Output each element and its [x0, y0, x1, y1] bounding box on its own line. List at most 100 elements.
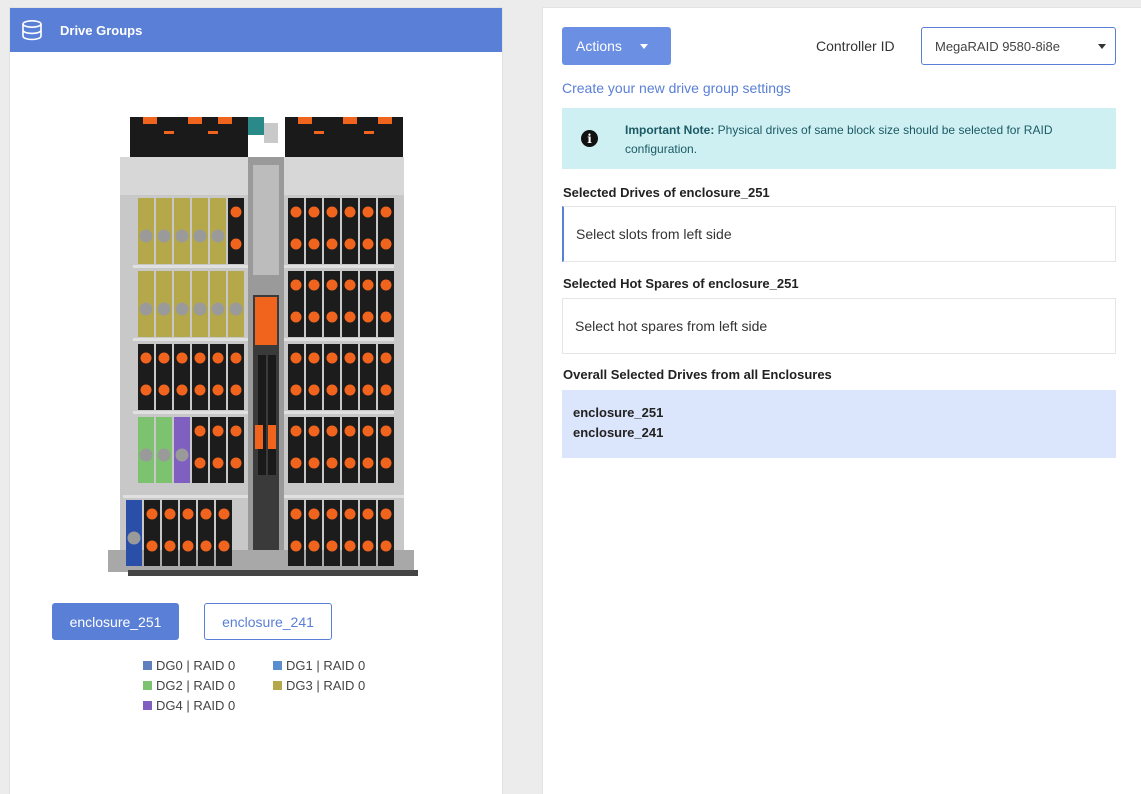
drive-led: [344, 508, 356, 520]
drive-led: [326, 206, 338, 218]
legend-label: DG2 | RAID 0: [156, 677, 236, 693]
drive-group-settings-panel: Actions Controller ID MegaRAID 9580-8i8e…: [542, 7, 1141, 794]
drive-led: [344, 311, 356, 323]
drive-led: [380, 352, 392, 364]
drive-led: [290, 206, 302, 218]
drive-led: [326, 457, 338, 469]
drive-led: [308, 238, 320, 250]
drive-info-icon[interactable]: [127, 531, 141, 545]
drive-info-icon[interactable]: [193, 302, 207, 316]
drive-led: [380, 508, 392, 520]
drive-led: [230, 425, 242, 437]
drive-led: [362, 279, 374, 291]
drive-info-icon[interactable]: [211, 302, 225, 316]
drive-info-icon[interactable]: [175, 229, 189, 243]
legend-label: DG3 | RAID 0: [286, 677, 366, 693]
note-text: Important Note: Physical drives of same …: [625, 121, 1105, 159]
enclosure-251-button[interactable]: enclosure_251: [52, 603, 179, 640]
actions-dropdown-button[interactable]: Actions: [562, 27, 671, 65]
drive-led: [380, 540, 392, 552]
info-icon: i: [581, 130, 598, 147]
drive-info-icon[interactable]: [157, 229, 171, 243]
legend-item-dg4: DG4 | RAID 0: [143, 698, 281, 713]
selected-drives-placeholder: Select slots from left side: [576, 226, 732, 242]
create-drive-group-link[interactable]: Create your new drive group settings: [562, 80, 791, 96]
drive-led: [140, 384, 152, 396]
drive-led: [212, 425, 224, 437]
drive-led: [290, 457, 302, 469]
drive-led: [194, 352, 206, 364]
drive-led: [212, 384, 224, 396]
caret-down-icon: [1098, 44, 1106, 49]
drive-led: [146, 508, 158, 520]
controller-id-label: Controller ID: [816, 38, 895, 54]
drive-led: [344, 540, 356, 552]
drive-led: [344, 279, 356, 291]
drive-info-icon[interactable]: [139, 229, 153, 243]
drive-led: [194, 384, 206, 396]
drive-info-icon[interactable]: [139, 448, 153, 462]
drive-info-icon[interactable]: [157, 448, 171, 462]
drive-led: [326, 508, 338, 520]
drive-led: [182, 508, 194, 520]
drive-led: [308, 206, 320, 218]
drive-led: [290, 508, 302, 520]
drive-led: [290, 384, 302, 396]
legend-label: DG1 | RAID 0: [286, 657, 366, 673]
drive-info-icon[interactable]: [229, 302, 243, 316]
drive-info-icon[interactable]: [175, 448, 189, 462]
enclosure-241-button[interactable]: enclosure_241: [204, 603, 332, 640]
drive-led: [326, 384, 338, 396]
selected-drives-field[interactable]: Select slots from left side: [562, 206, 1116, 262]
drive-led: [158, 352, 170, 364]
drive-led: [230, 352, 242, 364]
drive-led: [380, 238, 392, 250]
drive-led: [146, 540, 158, 552]
dg1-swatch: [273, 660, 282, 670]
drive-led: [230, 238, 242, 250]
drive-led: [326, 540, 338, 552]
drive-led: [344, 425, 356, 437]
drive-led: [230, 457, 242, 469]
overall-item: enclosure_241: [573, 425, 664, 440]
drive-led: [362, 540, 374, 552]
drive-info-icon[interactable]: [211, 229, 225, 243]
drive-led: [176, 384, 188, 396]
drive-led: [230, 384, 242, 396]
drive-led: [308, 508, 320, 520]
legend-item-dg2: DG2 | RAID 0: [143, 678, 273, 693]
drive-led: [344, 238, 356, 250]
drive-info-icon[interactable]: [139, 302, 153, 316]
drive-led: [362, 206, 374, 218]
hot-spares-title: Selected Hot Spares of enclosure_251: [563, 276, 799, 291]
drive-led: [218, 540, 230, 552]
top-fan-modules: [130, 117, 403, 157]
drive-led: [326, 425, 338, 437]
drive-led: [308, 311, 320, 323]
drive-info-icon[interactable]: [157, 302, 171, 316]
drive-led: [164, 508, 176, 520]
enclosure-tabs: enclosure_251 enclosure_241: [52, 603, 332, 640]
drive-led: [344, 457, 356, 469]
legend-item-dg3: DG3 | RAID 0: [273, 678, 403, 693]
drive-info-icon[interactable]: [175, 302, 189, 316]
drive-info-icon[interactable]: [193, 229, 207, 243]
drive-led: [308, 457, 320, 469]
drive-led: [308, 279, 320, 291]
controller-id-select[interactable]: MegaRAID 9580-8i8e: [921, 27, 1116, 65]
hot-spares-field[interactable]: Select hot spares from left side: [562, 298, 1116, 354]
drive-led: [380, 279, 392, 291]
drive-led: [212, 457, 224, 469]
panel-title: Drive Groups: [60, 22, 143, 38]
actions-label: Actions: [576, 38, 622, 54]
drive-led: [290, 279, 302, 291]
enclosure-diagram[interactable]: [98, 105, 418, 580]
important-note-alert: i Important Note: Physical drives of sam…: [562, 108, 1116, 169]
drive-led: [290, 352, 302, 364]
drive-led: [182, 540, 194, 552]
drive-led: [362, 384, 374, 396]
drive-led: [230, 206, 242, 218]
drive-led: [176, 352, 188, 364]
selected-drives-title: Selected Drives of enclosure_251: [563, 185, 770, 200]
dg0-swatch: [143, 660, 152, 670]
